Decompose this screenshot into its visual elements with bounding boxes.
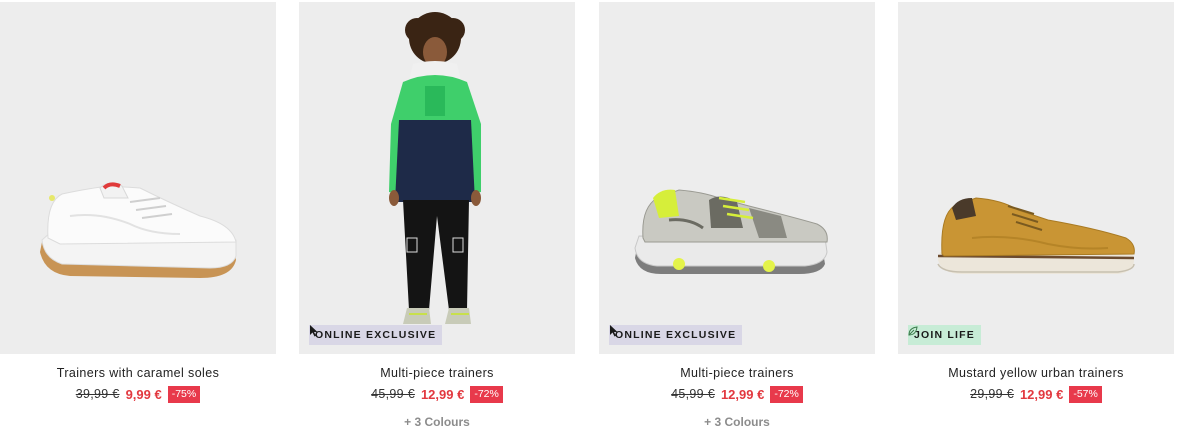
old-price: 45,99 €	[671, 387, 715, 401]
price-row: 29,99 € 12,99 € -57%	[898, 385, 1174, 403]
product-card-4[interactable]: JOIN LIFE Mustard yellow urban trainers …	[898, 2, 1174, 403]
product-image[interactable]: ONLINE EXCLUSIVE	[299, 2, 575, 354]
leaf-icon	[908, 326, 918, 336]
old-price: 29,99 €	[970, 387, 1014, 401]
product-image[interactable]: JOIN LIFE	[898, 2, 1174, 354]
model-wearing-trainers-image	[389, 12, 481, 324]
online-exclusive-badge: ONLINE EXCLUSIVE	[309, 325, 443, 345]
product-card-2[interactable]: ONLINE EXCLUSIVE Multi-piece trainers 45…	[299, 2, 575, 429]
sale-price: 12,99 €	[420, 386, 465, 402]
price-row: 45,99 € 12,99 € -72%	[599, 385, 875, 403]
badge-label: ONLINE EXCLUSIVE	[315, 329, 437, 341]
price-row: 39,99 € 9,99 € -75%	[0, 385, 276, 403]
more-colours-link[interactable]: + 3 Colours	[299, 415, 575, 429]
cursor-arrow-icon	[310, 325, 318, 337]
sale-price: 12,99 €	[720, 386, 765, 402]
discount-badge: -75%	[167, 385, 201, 403]
product-card-1[interactable]: Trainers with caramel soles 39,99 € 9,99…	[0, 2, 276, 403]
online-exclusive-badge: ONLINE EXCLUSIVE	[609, 325, 743, 345]
product-name[interactable]: Mustard yellow urban trainers	[898, 365, 1174, 381]
mustard-trainer-image	[937, 197, 1135, 274]
sale-price: 12,99 €	[1019, 386, 1064, 402]
discount-badge: -72%	[470, 385, 503, 403]
grey-neon-trainer-image	[634, 189, 828, 274]
product-image[interactable]: ONLINE EXCLUSIVE	[599, 2, 875, 354]
product-image[interactable]	[0, 2, 276, 354]
product-name[interactable]: Multi-piece trainers	[599, 365, 875, 381]
badge-label: ONLINE EXCLUSIVE	[615, 329, 737, 341]
old-price: 45,99 €	[371, 387, 415, 401]
discount-badge: -57%	[1069, 385, 1102, 403]
cursor-arrow-icon	[610, 325, 618, 337]
more-colours-link[interactable]: + 3 Colours	[599, 415, 875, 429]
discount-badge: -72%	[770, 385, 803, 403]
product-card-3[interactable]: ONLINE EXCLUSIVE Multi-piece trainers 45…	[599, 2, 875, 429]
product-name[interactable]: Trainers with caramel soles	[0, 365, 276, 381]
product-name[interactable]: Multi-piece trainers	[299, 365, 575, 381]
white-trainer-image	[40, 182, 237, 278]
price-row: 45,99 € 12,99 € -72%	[299, 385, 575, 403]
old-price: 39,99 €	[75, 387, 120, 401]
badge-label: JOIN LIFE	[914, 329, 975, 341]
sale-price: 9,99 €	[125, 386, 162, 402]
join-life-badge: JOIN LIFE	[908, 325, 981, 345]
